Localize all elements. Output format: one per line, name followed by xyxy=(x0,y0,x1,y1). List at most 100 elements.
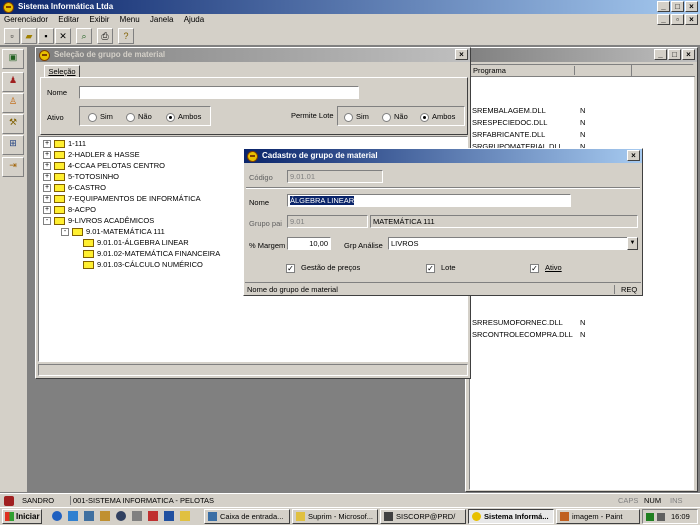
people-icon[interactable]: ♟ xyxy=(2,72,24,92)
menu-janela[interactable]: Janela xyxy=(150,15,174,24)
lote-ambos-radio[interactable]: Ambos xyxy=(420,112,455,122)
list-minimize-button[interactable]: _ xyxy=(654,49,667,60)
maximize-button[interactable]: □ xyxy=(671,1,684,12)
volume-tray-icon[interactable] xyxy=(657,513,665,521)
menu-editar[interactable]: Editar xyxy=(58,15,79,24)
expand-icon[interactable]: + xyxy=(43,162,51,171)
tree-node[interactable]: - 9-LIVROS ACADÊMICOS xyxy=(43,215,154,226)
app-launch-icon[interactable] xyxy=(164,511,174,521)
margem-input[interactable]: 10,00 xyxy=(287,237,331,250)
list-item[interactable]: SRFABRICANTE.DLL N xyxy=(472,129,692,140)
person-icon[interactable]: ♙ xyxy=(2,93,24,113)
print-icon[interactable]: ⎙ xyxy=(97,28,113,44)
tree-node[interactable]: +5-TOTOSINHO xyxy=(43,171,119,182)
open-folder-icon[interactable]: ▰ xyxy=(21,28,37,44)
expand-icon[interactable]: + xyxy=(43,184,51,193)
tree-node[interactable]: +4-CCAA PELOTAS CENTRO xyxy=(43,160,165,171)
menu-gerenciador[interactable]: Gerenciador xyxy=(4,15,48,24)
ativo-checkbox[interactable]: ✓ Ativo xyxy=(530,263,562,273)
desktop-icon[interactable] xyxy=(84,511,94,521)
media-icon[interactable] xyxy=(116,511,126,521)
delete-icon[interactable]: ✕ xyxy=(55,28,71,44)
calc-icon[interactable] xyxy=(132,511,142,521)
ativo-nao-radio[interactable]: Não xyxy=(126,112,152,122)
ativo-sim-radio[interactable]: Sim xyxy=(88,112,113,122)
tree-node[interactable]: +7-EQUIPAMENTOS DE INFORMÁTICA xyxy=(43,193,201,204)
tools-icon[interactable]: ⚒ xyxy=(2,114,24,134)
task-paint[interactable]: imagem - Paint xyxy=(556,509,640,524)
gestao-precos-checkbox[interactable]: ✓ Gestão de preços xyxy=(286,263,360,273)
task-siscorp[interactable]: SISCORP@PRD/ xyxy=(380,509,466,524)
nome-search-input[interactable] xyxy=(79,86,359,99)
tree-node[interactable]: +2-HADLER & HASSE xyxy=(43,149,140,160)
expand-icon[interactable]: + xyxy=(43,195,51,204)
help-icon[interactable]: ? xyxy=(118,28,134,44)
list-item[interactable]: SRCONTROLECOMPRA.DLL N xyxy=(472,329,692,340)
mail-icon[interactable] xyxy=(148,511,158,521)
cadastro-close-button[interactable]: × xyxy=(627,150,640,161)
task-caixa-entrada[interactable]: Caixa de entrada... xyxy=(204,509,290,524)
selection-status-bar xyxy=(38,364,468,376)
lote-check-icon: ✓ xyxy=(426,263,435,273)
list-header-programa[interactable]: Programa xyxy=(471,66,575,75)
grp-analise-label: Grp Análise xyxy=(344,241,383,250)
outlook-icon[interactable] xyxy=(68,511,78,521)
tree-node[interactable]: +6-CASTRO xyxy=(43,182,106,193)
collapse-icon[interactable]: - xyxy=(61,228,69,237)
cadastro-titlebar: Cadastro de grupo de material × xyxy=(244,149,642,163)
mdi-close-button[interactable]: × xyxy=(685,14,698,25)
explorer-icon[interactable] xyxy=(100,511,110,521)
new-document-icon[interactable]: ▫ xyxy=(4,28,20,44)
list-item[interactable]: SRESPECIEDOC.DLL N xyxy=(472,117,692,128)
ativo-ambos-radio[interactable]: Ambos xyxy=(166,112,201,122)
expand-icon[interactable]: + xyxy=(43,151,51,160)
lote-label: Permite Lote xyxy=(291,111,334,120)
exit-icon[interactable]: ⇥ xyxy=(2,157,24,177)
tree-node[interactable]: 9.01.01-ÁLGEBRA LINEAR xyxy=(79,237,189,248)
task-suprim[interactable]: Suprim - Microsof... xyxy=(292,509,378,524)
folder-launch-icon[interactable] xyxy=(180,511,190,521)
menu-ajuda[interactable]: Ajuda xyxy=(184,15,204,24)
tree-node-label: 8-ACPO xyxy=(68,205,96,214)
list-close-button[interactable]: × xyxy=(682,49,695,60)
list-header-flag[interactable] xyxy=(576,65,632,76)
menu-exibir[interactable]: Exibir xyxy=(89,15,109,24)
network-tray-icon[interactable] xyxy=(646,513,654,521)
tree-node[interactable]: +1-111 xyxy=(43,138,86,149)
lote-nao-radio[interactable]: Não xyxy=(382,112,408,122)
menu-menu[interactable]: Menu xyxy=(120,15,140,24)
grupo-pai-label: Grupo pai xyxy=(249,219,282,228)
list-item-name: SRFABRICANTE.DLL xyxy=(472,130,546,139)
expand-icon[interactable]: + xyxy=(43,140,51,149)
tree-node[interactable]: 9.01.02-MATEMÁTICA FINANCEIRA xyxy=(79,248,220,259)
lote-nao-radio-dot xyxy=(382,112,391,122)
lote-sim-radio[interactable]: Sim xyxy=(344,112,369,122)
close-button[interactable]: × xyxy=(685,1,698,12)
list-maximize-button[interactable]: □ xyxy=(668,49,681,60)
minimize-button[interactable]: _ xyxy=(657,1,670,12)
tree-node[interactable]: - 9.01-MATEMÁTICA 111 xyxy=(61,226,165,237)
grp-analise-dropdown-button[interactable]: ▼ xyxy=(627,237,638,250)
mdi-minimize-button[interactable]: _ xyxy=(657,14,670,25)
search-icon[interactable]: ⌕ xyxy=(76,28,92,44)
collapse-icon[interactable]: - xyxy=(43,217,51,226)
list-item[interactable]: SRRESUMOFORNEC.DLL N xyxy=(472,317,692,328)
start-button[interactable]: Iniciar xyxy=(2,509,42,524)
ie-icon[interactable] xyxy=(52,511,62,521)
grp-analise-select[interactable]: LIVROS xyxy=(388,237,628,250)
module-icon[interactable]: ▣ xyxy=(2,49,24,69)
mdi-restore-button[interactable]: ▫ xyxy=(671,14,684,25)
expand-icon[interactable]: + xyxy=(43,206,51,215)
ativo-check-icon: ✓ xyxy=(530,263,539,273)
save-icon[interactable]: ▪ xyxy=(38,28,54,44)
status-num: NUM xyxy=(644,496,662,505)
network-icon[interactable]: ⊞ xyxy=(2,135,24,155)
list-item[interactable]: SREMBALAGEM.DLL N xyxy=(472,105,692,116)
tree-node[interactable]: +8-ACPO xyxy=(43,204,96,215)
lote-checkbox[interactable]: ✓ Lote xyxy=(426,263,456,273)
tree-node[interactable]: 9.01.03-CÁLCULO NUMÉRICO xyxy=(79,259,203,270)
cadastro-nome-input[interactable]: ÁLGEBRA LINEAR xyxy=(287,194,571,207)
task-sistema-informatica[interactable]: Sistema Informá... xyxy=(468,509,554,524)
selection-close-button[interactable]: × xyxy=(455,49,468,60)
expand-icon[interactable]: + xyxy=(43,173,51,182)
